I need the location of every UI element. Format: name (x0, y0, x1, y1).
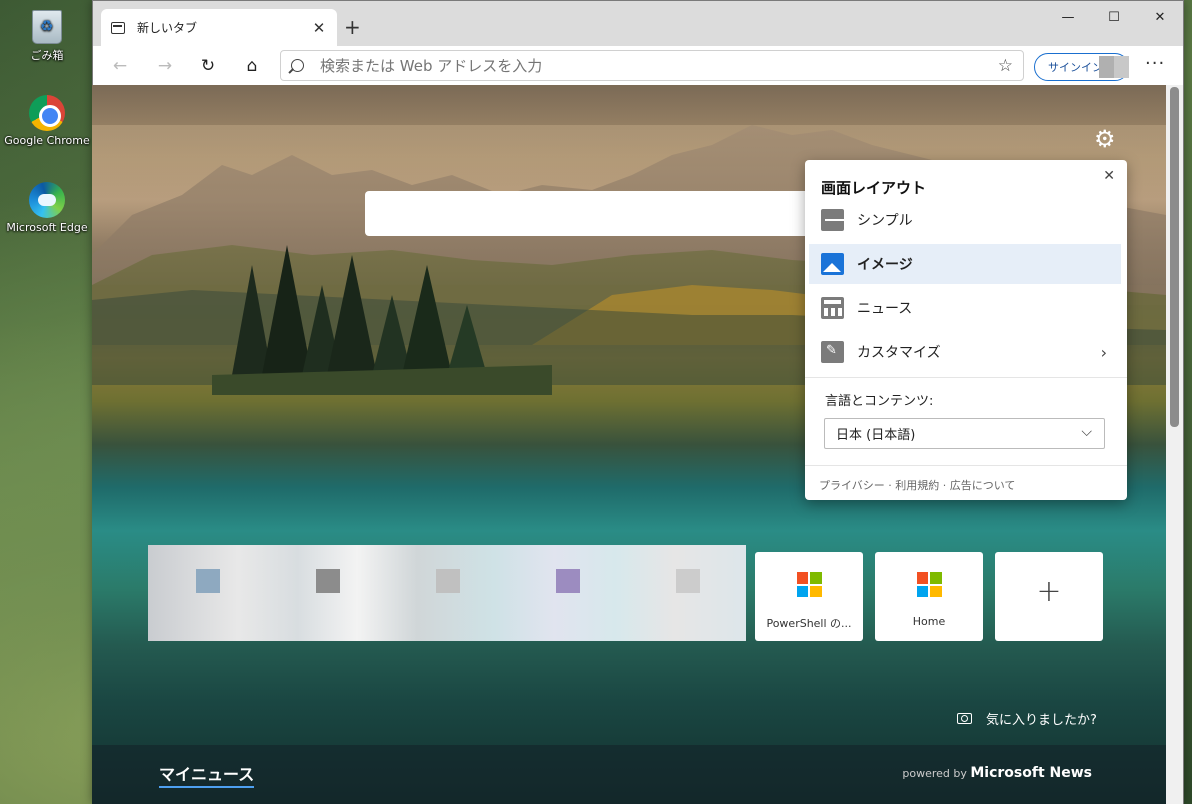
signin-button[interactable]: サインイン (1034, 53, 1129, 81)
more-menu-button[interactable]: ··· (1145, 53, 1165, 74)
layout-option-label: イメージ (857, 257, 913, 273)
quick-link-tile-home[interactable]: Home (875, 552, 983, 641)
signin-label: サインイン (1048, 61, 1103, 74)
favorite-star-icon[interactable]: ☆ (998, 56, 1013, 76)
tile-label: PowerShell の... (766, 617, 852, 630)
layout-option-label: カスタマイズ (857, 345, 941, 361)
desktop-icon-google-chrome[interactable]: Google Chrome (4, 95, 90, 147)
tile-favicon (316, 569, 340, 593)
layout-panel-title: 画面レイアウト (821, 179, 927, 197)
title-bar: 新しいタブ ✕ + — ☐ ✕ (93, 1, 1183, 46)
avatar (1099, 56, 1129, 78)
chevron-right-icon: › (1100, 342, 1107, 362)
blurred-quick-links[interactable] (148, 545, 746, 641)
close-icon[interactable]: ✕ (1103, 168, 1115, 184)
page-layout-panel: 画面レイアウト ✕ シンプル イメージ ニュース カスタマイズ › 言語とコンテ… (805, 160, 1127, 500)
microsoft-logo-icon (796, 572, 822, 597)
chrome-icon (29, 95, 65, 131)
panel-footer-links[interactable]: プライバシー · 利用規約 · 広告について (819, 477, 1015, 493)
news-bar: マイニュース powered by Microsoft News (92, 745, 1166, 804)
address-input[interactable] (320, 56, 998, 75)
layout-option-simple[interactable]: シンプル (809, 200, 1121, 240)
image-layout-icon (821, 253, 844, 275)
new-tab-page-icon (111, 21, 125, 34)
layout-option-customize[interactable]: カスタマイズ › (809, 332, 1121, 372)
ntp-search-input[interactable] (365, 191, 865, 236)
news-layout-icon (821, 297, 844, 319)
image-feedback[interactable]: 気に入りましたか? (957, 709, 1097, 728)
page-scrollbar[interactable] (1166, 85, 1183, 804)
simple-layout-icon (821, 209, 846, 231)
scrollbar-thumb[interactable] (1170, 87, 1179, 427)
tile-favicon (676, 569, 700, 593)
address-bar[interactable]: ☆ (280, 50, 1024, 81)
plus-icon: + (1036, 574, 1062, 609)
desktop-icon-recycle-bin[interactable]: ごみ箱 (4, 6, 90, 63)
layout-option-label: シンプル (857, 213, 913, 229)
settings-gear-icon[interactable]: ⚙ (1094, 125, 1116, 153)
tile-label: Home (912, 615, 946, 628)
new-tab-button[interactable]: + (344, 15, 361, 39)
powered-by: powered by Microsoft News (902, 765, 1092, 781)
desktop-icon-label: Microsoft Edge (6, 221, 88, 234)
recycle-bin-icon (32, 10, 62, 44)
language-label: 言語とコンテンツ: (825, 394, 934, 409)
language-select-value: 日本 (日本語) (836, 428, 916, 443)
add-quick-link-tile[interactable]: + (995, 552, 1103, 641)
divider (805, 465, 1127, 466)
island-trees-image (212, 245, 552, 395)
powered-by-label: powered by (902, 767, 967, 780)
new-tab-page: ⚙ 画面レイアウト ✕ シンプル イメージ ニュース カスタマイズ › (92, 85, 1166, 804)
tab-new-tab[interactable]: 新しいタブ ✕ (101, 9, 337, 46)
tile-favicon (436, 569, 460, 593)
forward-button[interactable]: → (153, 54, 177, 78)
refresh-button[interactable]: ↻ (196, 54, 220, 78)
language-select[interactable]: 日本 (日本語) ⌵ (824, 418, 1105, 449)
divider (805, 377, 1127, 378)
tab-title: 新しいタブ (137, 21, 198, 35)
toolbar: ← → ↻ ⌂ ☆ サインイン ··· (93, 46, 1183, 86)
camera-icon (957, 713, 972, 724)
tab-my-news[interactable]: マイニュース (159, 761, 255, 788)
tab-close-icon[interactable]: ✕ (311, 19, 327, 37)
tile-favicon (556, 569, 580, 593)
layout-option-label: ニュース (857, 301, 913, 317)
quick-link-tile-powershell[interactable]: PowerShell の... (755, 552, 863, 641)
back-button[interactable]: ← (108, 54, 132, 78)
layout-option-image[interactable]: イメージ (809, 244, 1121, 284)
maximize-button[interactable]: ☐ (1091, 5, 1137, 31)
desktop-icon-microsoft-edge[interactable]: Microsoft Edge (4, 182, 90, 234)
minimize-button[interactable]: — (1045, 5, 1091, 31)
search-icon (291, 59, 304, 72)
close-window-button[interactable]: ✕ (1137, 5, 1183, 31)
desktop-icon-label: Google Chrome (4, 134, 90, 147)
customize-icon (821, 341, 844, 363)
microsoft-news-brand: Microsoft News (970, 765, 1092, 781)
feedback-label: 気に入りましたか? (986, 713, 1097, 728)
layout-option-news[interactable]: ニュース (809, 288, 1121, 328)
edge-icon (29, 182, 65, 218)
desktop-icon-label: ごみ箱 (30, 49, 64, 62)
microsoft-logo-icon (916, 572, 942, 597)
home-button[interactable]: ⌂ (240, 54, 264, 78)
chevron-down-icon: ⌵ (1081, 424, 1092, 440)
tile-favicon (196, 569, 220, 593)
